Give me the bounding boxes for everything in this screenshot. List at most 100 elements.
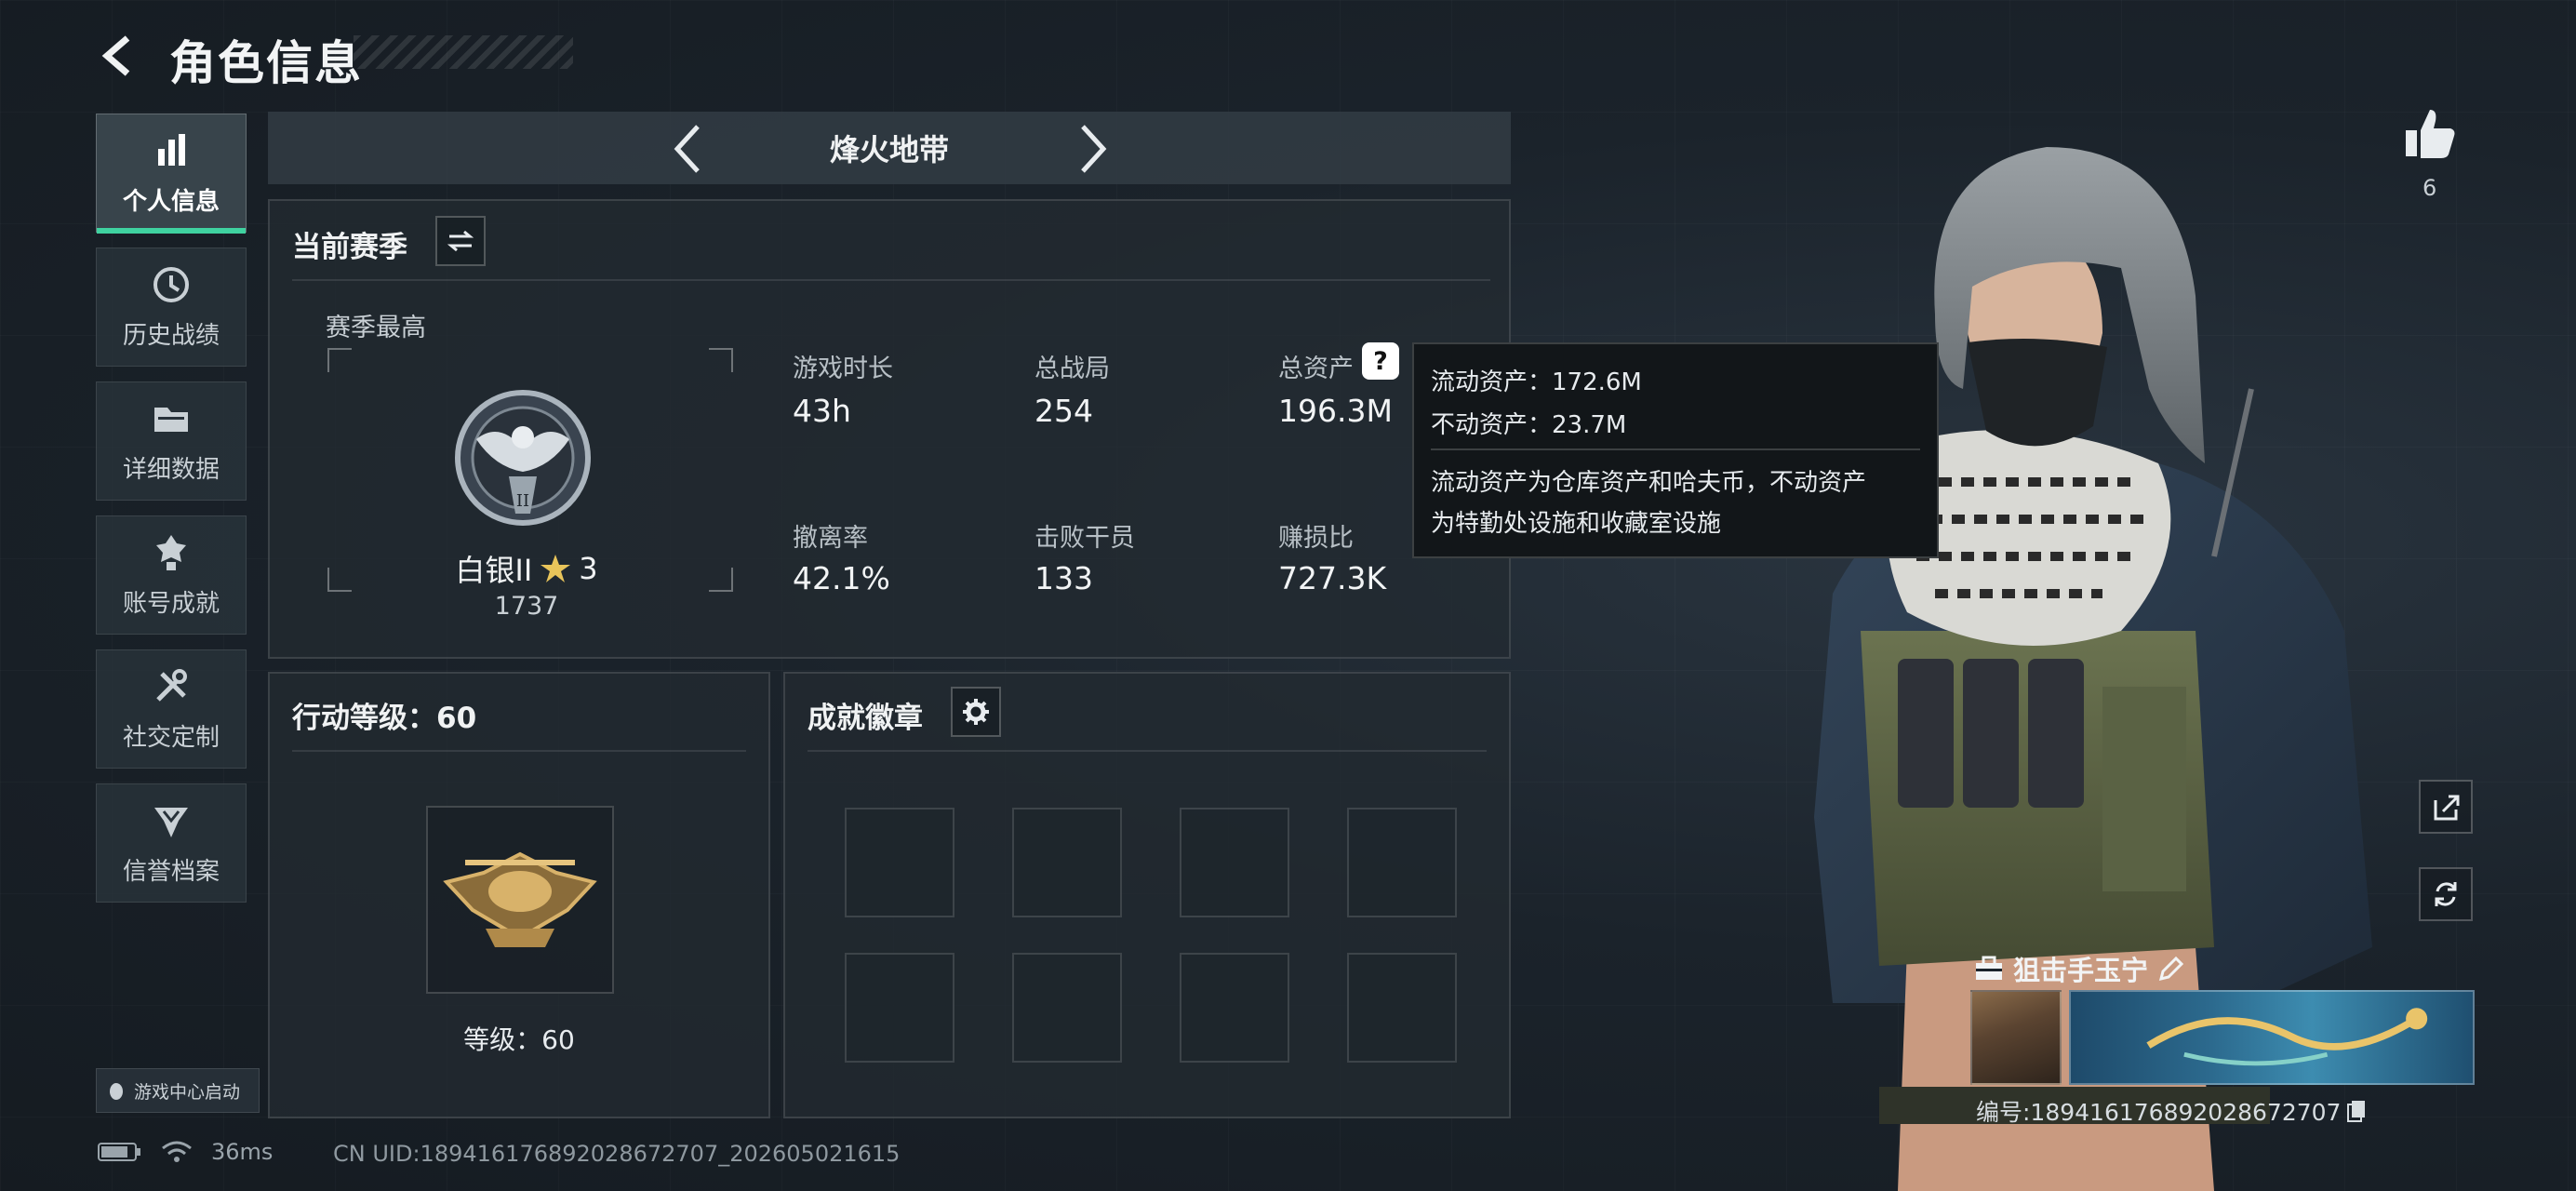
sidebar-item-personal-info[interactable]: 个人信息	[96, 114, 247, 234]
rank-title: 白银II 3	[270, 547, 783, 590]
uid-text: CN UID:18941617689202867270​7_2026050216…	[333, 1141, 901, 1167]
achievement-badge-title: 成就徽章	[808, 702, 923, 735]
stat-value: 254	[1034, 393, 1093, 429]
stat-label: 游戏时长	[793, 355, 893, 383]
phoenix-banner-image[interactable]	[2069, 990, 2475, 1085]
sidebar-item-label: 信誉档案	[122, 857, 220, 886]
tooltip-note: 流动资产为仓库资产和哈夫币，不动资产	[1431, 469, 1867, 497]
achievement-medal-icon	[156, 534, 186, 570]
stat-label: 总资产	[1278, 355, 1354, 383]
svg-text:II: II	[516, 491, 529, 511]
briefcase-icon	[1976, 956, 2002, 980]
sidebar-item-label: 社交定制	[122, 723, 220, 752]
share-icon	[2434, 795, 2460, 821]
season-switch-button[interactable]	[435, 216, 486, 266]
sidebar-item-history[interactable]: 历史战绩	[96, 248, 247, 367]
sidebar-item-label: 历史战绩	[122, 321, 220, 350]
player-id-row: 编号:18941617689202867270​7	[1976, 1094, 2367, 1128]
bar-chart-icon	[158, 133, 185, 166]
badge-slot[interactable]	[1012, 808, 1122, 917]
badge-slot[interactable]	[845, 953, 954, 1063]
page-title: 角色信息	[169, 36, 363, 90]
credit-shield-icon	[154, 807, 188, 837]
rank-section-label: 赛季最高	[326, 314, 426, 342]
silver-rank-emblem-icon: II	[455, 390, 591, 526]
badge-slot[interactable]	[1347, 953, 1457, 1063]
action-level-emblem-frame	[426, 806, 614, 994]
mode-label: 烽火地带	[829, 132, 949, 167]
wifi-icon	[162, 1141, 192, 1162]
help-question-icon[interactable]: ?	[1362, 342, 1399, 380]
tooltip-fixed-assets: 不动资产：23.7M	[1431, 411, 1627, 439]
status-bar: 36ms	[98, 1139, 273, 1165]
player-name: 狙击手玉宁	[2013, 955, 2149, 986]
mode-next-button[interactable]	[1066, 123, 1118, 175]
ping-value: 36ms	[211, 1139, 274, 1165]
folder-icon	[154, 407, 188, 432]
sidebar-item-credit-record[interactable]: 信誉档案	[96, 783, 247, 903]
level-label: 等级：60	[463, 1024, 575, 1055]
refresh-button[interactable]	[2419, 867, 2473, 921]
sidebar-item-label: 详细数据	[122, 455, 220, 484]
sidebar-item-social-custom[interactable]: 社交定制	[96, 649, 247, 769]
chevron-left-icon	[674, 125, 700, 173]
divider	[292, 279, 1490, 281]
action-level-panel: 行动等级：60 等级：60	[268, 672, 770, 1118]
season-panel: 当前赛季 赛季最高 II 白银II 3 1737 游戏时长 43h 总战局 25…	[268, 199, 1511, 659]
history-clock-icon	[153, 266, 189, 302]
battery-icon	[98, 1143, 140, 1161]
back-button[interactable]	[93, 28, 149, 84]
stat-label: 总战局	[1034, 355, 1110, 383]
stat-label: 撤离率	[793, 524, 868, 553]
badge-slot[interactable]	[1012, 953, 1122, 1063]
sidebar-item-label: 账号成就	[122, 589, 220, 618]
game-center-launch-button[interactable]: 游戏中心启动	[96, 1068, 260, 1113]
badge-slot[interactable]	[1347, 808, 1457, 917]
swap-icon	[447, 230, 474, 252]
frame-corner	[709, 348, 733, 372]
sidebar-item-detail-data[interactable]: 详细数据	[96, 381, 247, 501]
helicopter-badge-icon	[443, 851, 597, 947]
stat-label: 赚损比	[1278, 524, 1354, 553]
achievement-badge-panel: 成就徽章	[783, 672, 1511, 1118]
badge-slot[interactable]	[1180, 808, 1289, 917]
badge-slot[interactable]	[1180, 953, 1289, 1063]
title-decoration	[354, 35, 573, 69]
gear-icon	[963, 699, 989, 725]
badge-slot[interactable]	[845, 808, 954, 917]
player-id: 编号:18941617689202867270​7	[1976, 1099, 2342, 1126]
refresh-icon	[2435, 882, 2457, 906]
share-button[interactable]	[2419, 780, 2473, 834]
like-count: 6	[2423, 175, 2437, 201]
rank-score: 1737	[494, 592, 559, 621]
player-avatar[interactable]	[1970, 990, 2062, 1085]
mode-prev-button[interactable]	[662, 123, 714, 175]
edit-pencil-icon[interactable]	[2157, 955, 2185, 983]
back-arrow-icon	[101, 35, 130, 76]
star-icon	[541, 555, 571, 582]
mode-selector: 烽火地带	[268, 112, 1511, 184]
tooltip-liquid-assets: 流动资产：172.6M	[1431, 368, 1642, 396]
season-panel-title: 当前赛季	[292, 231, 407, 264]
divider	[1431, 448, 1920, 450]
stat-value: 133	[1034, 560, 1093, 596]
frame-corner	[327, 348, 352, 372]
stat-value: 42.1%	[793, 560, 890, 596]
launcher-label: 游戏中心启动	[134, 1081, 241, 1103]
copy-icon[interactable]	[2346, 1099, 2367, 1123]
assets-tooltip: 流动资产：172.6M 不动资产：23.7M 流动资产为仓库资产和哈夫币，不动资…	[1412, 342, 1939, 558]
divider	[808, 750, 1487, 752]
sidebar-item-label: 个人信息	[122, 187, 220, 216]
stat-value: 196.3M	[1278, 393, 1393, 429]
thumbs-up-icon[interactable]	[2400, 104, 2460, 164]
tooltip-note: 为特勤处设施和收藏室设施	[1431, 510, 1722, 538]
tools-icon	[156, 668, 187, 702]
action-level-title: 行动等级：60	[292, 702, 477, 735]
divider	[292, 750, 746, 752]
rank-stars: 3	[579, 551, 598, 586]
qq-penguin-icon	[110, 1083, 123, 1100]
badge-settings-button[interactable]	[951, 687, 1001, 737]
stat-value: 43h	[793, 393, 851, 429]
chevron-right-icon	[1081, 125, 1107, 173]
sidebar-item-achievements[interactable]: 账号成就	[96, 515, 247, 635]
